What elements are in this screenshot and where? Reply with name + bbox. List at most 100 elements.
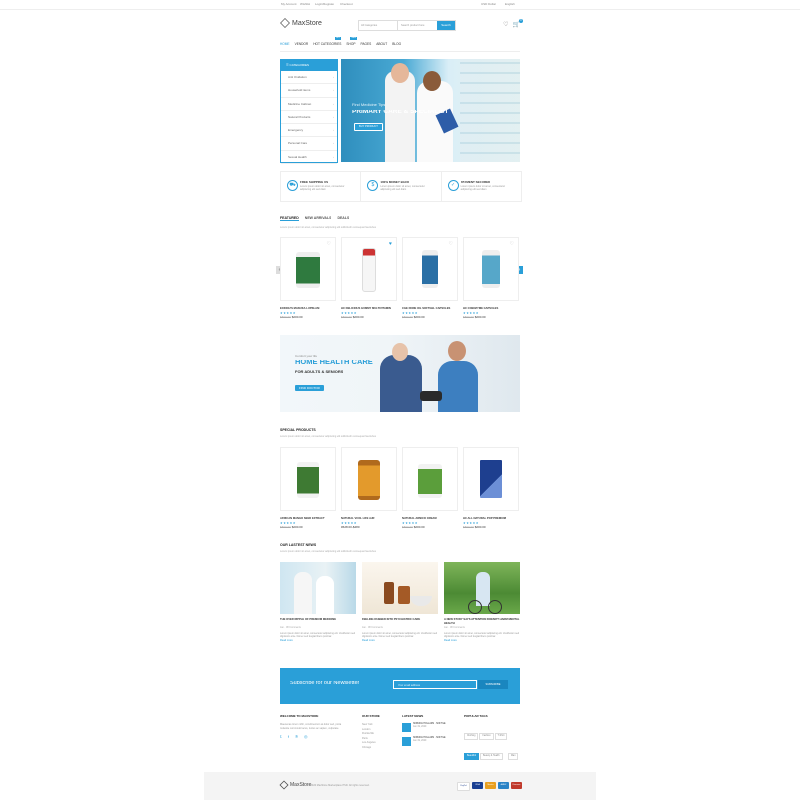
- checkout-link[interactable]: Checkout: [340, 2, 353, 6]
- special-products-subtitle: Lorem ipsum dolor sit amet, consectetur …: [280, 435, 377, 438]
- product-card[interactable]: AFRICAN MANGO SEED EXTRACT ★★★★★ $890.00…: [280, 447, 336, 529]
- subscribe-button[interactable]: SUBSCRIBE: [478, 680, 508, 689]
- senior-man-head: [392, 343, 408, 361]
- cart-icon[interactable]: 🛒 0: [513, 19, 523, 28]
- read-more-link[interactable]: Read more: [362, 639, 438, 643]
- special-products-row: AFRICAN MANGO SEED EXTRACT ★★★★★ $890.00…: [280, 447, 520, 529]
- wishlist-heart-icon[interactable]: ♡: [510, 241, 514, 247]
- visa-icon: VISA: [472, 782, 483, 789]
- tag[interactable]: Beauty & Health: [479, 753, 503, 760]
- product-image: [463, 447, 519, 511]
- news-image: [280, 562, 356, 614]
- new-badge: NEW: [350, 37, 358, 40]
- tag[interactable]: Fashion: [479, 733, 494, 740]
- footer-news-item[interactable]: NOBUNA HOLLARS · SOFTGE Jan 19, 2020: [402, 737, 460, 746]
- category-item[interactable]: Personal Care: [281, 137, 337, 151]
- footer-news-item[interactable]: NOBUNA HOLLARS · SOFTGE Jan 19, 2020: [402, 723, 460, 732]
- footer-about: WELCOME TO MAXSTORE Maecenas lorem nibh,…: [280, 714, 350, 739]
- facebook-icon[interactable]: f: [288, 734, 289, 739]
- category-item[interactable]: Anti Oxidation: [281, 71, 337, 85]
- footer-logo[interactable]: MaxStore: [279, 780, 311, 790]
- wishlist-heart-icon[interactable]: ♥: [389, 241, 392, 247]
- promo-title: HOME HEALTH CARE: [295, 360, 373, 364]
- my-account-link[interactable]: My Account: [281, 2, 297, 6]
- category-item[interactable]: Emergency: [281, 124, 337, 138]
- shield-icon: ✓: [447, 180, 459, 191]
- category-item[interactable]: Household items: [281, 84, 337, 98]
- product-card[interactable]: NATURAL VCOL LIFE AJR ★★★★★ #628.00-$480: [341, 447, 397, 529]
- nav-item-shop[interactable]: SHOP NEW: [346, 37, 358, 49]
- product-card[interactable]: ♡ HC COENZYME CAPSULES ★★★★★ $890.00 $20…: [463, 237, 519, 319]
- nav-item-blog[interactable]: BLOG: [392, 42, 401, 49]
- product-price: #628.00-$480: [341, 525, 397, 529]
- product-card[interactable]: HC ALL NATURAL POP PREMIUM ★★★★★ $890.00…: [463, 447, 519, 529]
- price: $200.00: [291, 315, 303, 319]
- wishlist-heart-icon[interactable]: ♡: [449, 241, 453, 247]
- old-price: $890.00: [463, 525, 474, 529]
- tab-featured[interactable]: FEATURED: [280, 216, 299, 221]
- pharmacy-shelf-image: [460, 59, 520, 162]
- footer-news-date: Jan 19, 2020: [413, 726, 427, 729]
- wishlist-link[interactable]: Wishlist: [300, 2, 310, 6]
- doctor-figure: [294, 572, 312, 614]
- tag[interactable]: Beautiful: [464, 753, 479, 760]
- product-card[interactable]: ♡ EODICH'S MANUKA LUPIN-AM ★★★★★ $890.00…: [280, 237, 336, 319]
- search-button[interactable]: Search: [437, 21, 455, 30]
- news-image: [362, 562, 438, 614]
- cart-count-badge: 0: [519, 19, 523, 23]
- news-headline[interactable]: A NEW STUDY SAYS ATTENTION DOESN'T HARM …: [444, 618, 520, 625]
- tag[interactable]: T-Shirt: [494, 733, 508, 740]
- wishlist-heart-icon[interactable]: ♡: [327, 241, 331, 247]
- pinterest-icon[interactable]: ℗: [295, 734, 298, 739]
- tab-new-arrivals[interactable]: NEW ARRIVALS: [305, 216, 332, 221]
- nav-item-hot-categories[interactable]: HOT CATEGORIES HOT: [313, 37, 342, 49]
- currency-select[interactable]: USD Dollar: [481, 2, 496, 6]
- read-more-link[interactable]: Read more: [280, 639, 356, 643]
- search-input[interactable]: Search product here: [398, 21, 437, 30]
- footer-latest-news: LATEST NEWS NOBUNA HOLLARS · SOFTGE Jan 1…: [402, 714, 460, 751]
- product-card[interactable]: ♥ HC DELICIOUS GUMMY MULTIVITAMIN ★★★★★ …: [341, 237, 397, 319]
- news-excerpt: Lorem ipsum dolor sit amet, consectetur …: [444, 632, 520, 639]
- news-headline[interactable]: THE OVER RIPPLE OF PREMIUM MEDICINE: [280, 618, 356, 625]
- footer-heading: WELCOME TO MAXSTORE: [280, 714, 319, 718]
- read-more-link[interactable]: Read more: [444, 639, 520, 643]
- tab-deals[interactable]: DEALS: [337, 216, 349, 221]
- bottom-bar: MaxStore © 2020 MaxStore Marketplace PSD…: [204, 772, 596, 800]
- product-image: ♥: [341, 237, 397, 301]
- footer-news-text: NOBUNA HOLLARS · SOFTGE Jan 19, 2020: [413, 737, 446, 746]
- category-item[interactable]: Natural Products: [281, 111, 337, 125]
- product-bottle: [297, 462, 319, 498]
- nav-item-pages[interactable]: PAGES: [360, 42, 371, 49]
- doctor-head: [448, 341, 466, 361]
- find-doctor-button[interactable]: FIND DOCTOR: [295, 385, 324, 391]
- footer-link[interactable]: Chicago: [362, 746, 398, 751]
- instagram-icon[interactable]: ◎: [304, 734, 308, 739]
- nav-item-vendor[interactable]: VENDOR: [295, 42, 309, 49]
- login-register-link[interactable]: Login/Register: [315, 2, 334, 6]
- price: $200.00: [413, 315, 425, 319]
- site-logo[interactable]: MaxStore: [280, 18, 322, 28]
- nav-item-home[interactable]: HOME: [280, 42, 290, 49]
- tag[interactable]: Man: [508, 753, 519, 760]
- categories-header[interactable]: ☰ CATEGORIES: [281, 60, 337, 71]
- news-headline[interactable]: FEELING DUBBED INTO PSYCHIATRIC CARE: [362, 618, 438, 625]
- tag[interactable]: Clothing: [464, 733, 479, 740]
- product-price: $890.00 $200.00: [463, 525, 519, 529]
- news-card[interactable]: FEELING DUBBED INTO PSYCHIATRIC CARE Jan…: [362, 562, 438, 643]
- category-select[interactable]: All Categories: [359, 21, 398, 30]
- buy-product-button[interactable]: BUY PRODUCT: [354, 123, 383, 131]
- product-card[interactable]: NATURAL ARNICO CREAM ★★★★★ $890.00 $200.…: [402, 447, 458, 529]
- news-card[interactable]: THE OVER RIPPLE OF PREMIUM MEDICINE Jan …: [280, 562, 356, 643]
- language-select[interactable]: English: [505, 2, 515, 6]
- nav-item-about[interactable]: ABOUT: [376, 42, 387, 49]
- newsletter-email-input[interactable]: Your email address: [393, 680, 477, 689]
- product-card[interactable]: ♡ CGE DODE OIL SOFTGEL CAPSULES ★★★★★ $8…: [402, 237, 458, 319]
- wishlist-heart-icon[interactable]: ♡: [503, 21, 508, 28]
- category-item[interactable]: Sexual Health: [281, 151, 337, 165]
- product-image: [402, 447, 458, 511]
- category-item[interactable]: Medicine Cabinet: [281, 98, 337, 111]
- twitter-icon[interactable]: 𝕥: [280, 734, 282, 739]
- news-card[interactable]: A NEW STUDY SAYS ATTENTION DOESN'T HARM …: [444, 562, 520, 643]
- site-header: MaxStore All Categories Search product h…: [280, 15, 523, 35]
- doctor-head: [391, 63, 409, 83]
